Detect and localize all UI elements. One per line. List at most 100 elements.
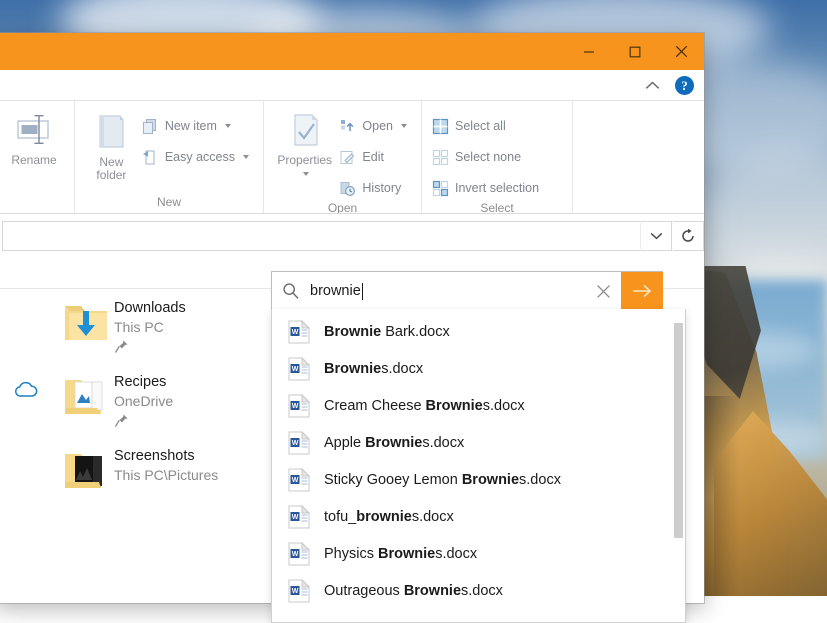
properties-icon — [285, 111, 325, 151]
svg-text:W: W — [292, 514, 299, 521]
caption-button-group — [566, 33, 704, 70]
suggestion-item[interactable]: W Brownie Bark.docx — [272, 313, 685, 350]
ribbon-toolbar: Rename Newfolder — [0, 100, 704, 214]
suggestion-item[interactable]: W Outrageous Brownies.docx — [272, 572, 685, 609]
word-document-icon: W — [288, 468, 310, 492]
word-document-icon: W — [288, 431, 310, 455]
close-button[interactable] — [658, 33, 704, 70]
select-none-button[interactable]: Select none — [430, 144, 545, 170]
easy-access-icon — [142, 149, 159, 166]
select-all-button[interactable]: Select all — [430, 113, 545, 139]
chevron-down-icon — [303, 172, 309, 176]
screenshots-folder-icon — [58, 437, 114, 493]
select-all-icon — [432, 118, 449, 135]
suggestion-label: Outrageous Brownies.docx — [324, 583, 503, 599]
arrow-right-icon — [631, 283, 653, 299]
search-submit-button[interactable] — [621, 272, 663, 310]
downloads-folder-icon — [58, 289, 114, 345]
word-document-icon: W — [288, 394, 310, 418]
open-icon — [339, 118, 356, 135]
ribbon-group-label-open: Open — [264, 201, 421, 214]
minimize-icon — [583, 46, 595, 58]
search-suggestions-dropdown: W Brownie Bark.docx W — [271, 309, 686, 623]
clear-search-button[interactable] — [585, 284, 621, 299]
suggestion-item[interactable]: W Cream Cheese Brownies.docx — [272, 387, 685, 424]
ribbon-group-label-new: New — [75, 191, 263, 213]
svg-text:W: W — [292, 329, 299, 336]
open-group-commands: Open Edit — [337, 107, 413, 201]
svg-text:W: W — [292, 477, 299, 484]
maximize-icon — [629, 46, 641, 58]
close-icon — [596, 284, 611, 299]
help-label: ? — [681, 79, 688, 92]
suggestion-label: Cream Cheese Brownies.docx — [324, 398, 525, 414]
address-bar-row — [0, 214, 704, 258]
easy-access-button[interactable]: Easy access — [140, 144, 255, 170]
edit-icon — [339, 149, 356, 166]
history-icon — [339, 180, 356, 197]
nav-item-location: OneDrive — [114, 392, 173, 411]
select-all-label: Select all — [455, 119, 506, 133]
chevron-down-icon — [401, 124, 407, 128]
suggestion-item[interactable]: W Sticky Gooey Lemon Brownies.docx — [272, 461, 685, 498]
ribbon-group-open: Properties Open — [263, 101, 421, 213]
ribbon-group-select: Select all Select none — [421, 101, 572, 213]
new-item-button[interactable]: New item — [140, 113, 255, 139]
suggestion-label: Physics Brownies.docx — [324, 546, 477, 562]
address-bar[interactable] — [2, 221, 672, 251]
nav-item-screenshots[interactable]: Screenshots This PC\Pictures — [0, 437, 272, 511]
suggestion-item[interactable]: W Brownies.docx — [272, 350, 685, 387]
ribbon-group-organize: Rename — [0, 101, 74, 213]
open-label: Open — [362, 119, 393, 133]
minimize-button[interactable] — [566, 33, 612, 70]
svg-text:W: W — [292, 403, 299, 410]
ribbon-controls: ? — [639, 70, 694, 100]
pin-icon — [114, 413, 173, 433]
pin-icon — [114, 339, 186, 359]
word-document-icon: W — [288, 357, 310, 381]
svg-text:W: W — [292, 366, 299, 373]
title-bar — [0, 33, 704, 70]
select-group-commands: Select all Select none — [430, 107, 545, 201]
search-input[interactable]: brownie — [310, 283, 585, 300]
nav-item-recipes[interactable]: Recipes OneDrive — [0, 363, 272, 437]
nav-item-label: Downloads — [114, 299, 186, 318]
properties-button[interactable]: Properties — [272, 107, 337, 176]
new-folder-button[interactable]: Newfolder — [83, 107, 140, 182]
chevron-down-icon — [243, 155, 249, 159]
chevron-down-icon — [225, 124, 231, 128]
invert-selection-button[interactable]: Invert selection — [430, 175, 545, 201]
new-group-commands: New item Easy access — [140, 107, 255, 170]
navigation-pane: Downloads This PC — [0, 289, 272, 575]
word-document-icon: W — [288, 320, 310, 344]
properties-label: Properties — [277, 154, 332, 167]
suggestion-item[interactable]: W tofu_brownies.docx — [272, 498, 685, 535]
svg-text:W: W — [292, 588, 299, 595]
suggestions-scrollbar[interactable] — [675, 313, 684, 621]
ribbon-group-label-organize — [0, 191, 74, 213]
nav-item-downloads[interactable]: Downloads This PC — [0, 289, 272, 363]
address-history-button[interactable] — [640, 223, 671, 249]
word-document-icon: W — [288, 542, 310, 566]
new-folder-label: Newfolder — [96, 156, 126, 182]
history-button[interactable]: History — [337, 175, 413, 201]
ribbon-tab-strip: ? — [0, 70, 704, 100]
rename-button[interactable]: Rename — [2, 107, 66, 167]
suggestion-item[interactable]: W Apple Brownies.docx — [272, 424, 685, 461]
chevron-up-icon — [645, 81, 660, 90]
scrollbar-thumb[interactable] — [674, 323, 683, 538]
nav-item-label: Screenshots — [114, 447, 218, 466]
invert-selection-label: Invert selection — [455, 181, 539, 195]
refresh-button[interactable] — [673, 221, 704, 251]
collapse-ribbon-button[interactable] — [639, 73, 665, 97]
edit-button[interactable]: Edit — [337, 144, 413, 170]
new-item-icon — [142, 118, 159, 135]
suggestion-item[interactable]: W Physics Brownies.docx — [272, 535, 685, 572]
search-box[interactable]: brownie — [271, 271, 663, 311]
search-value: brownie — [310, 283, 361, 299]
help-button[interactable]: ? — [675, 76, 694, 95]
open-button[interactable]: Open — [337, 113, 413, 139]
maximize-button[interactable] — [612, 33, 658, 70]
suggestion-label: Apple Brownies.docx — [324, 435, 464, 451]
suggestion-label: tofu_brownies.docx — [324, 509, 454, 525]
